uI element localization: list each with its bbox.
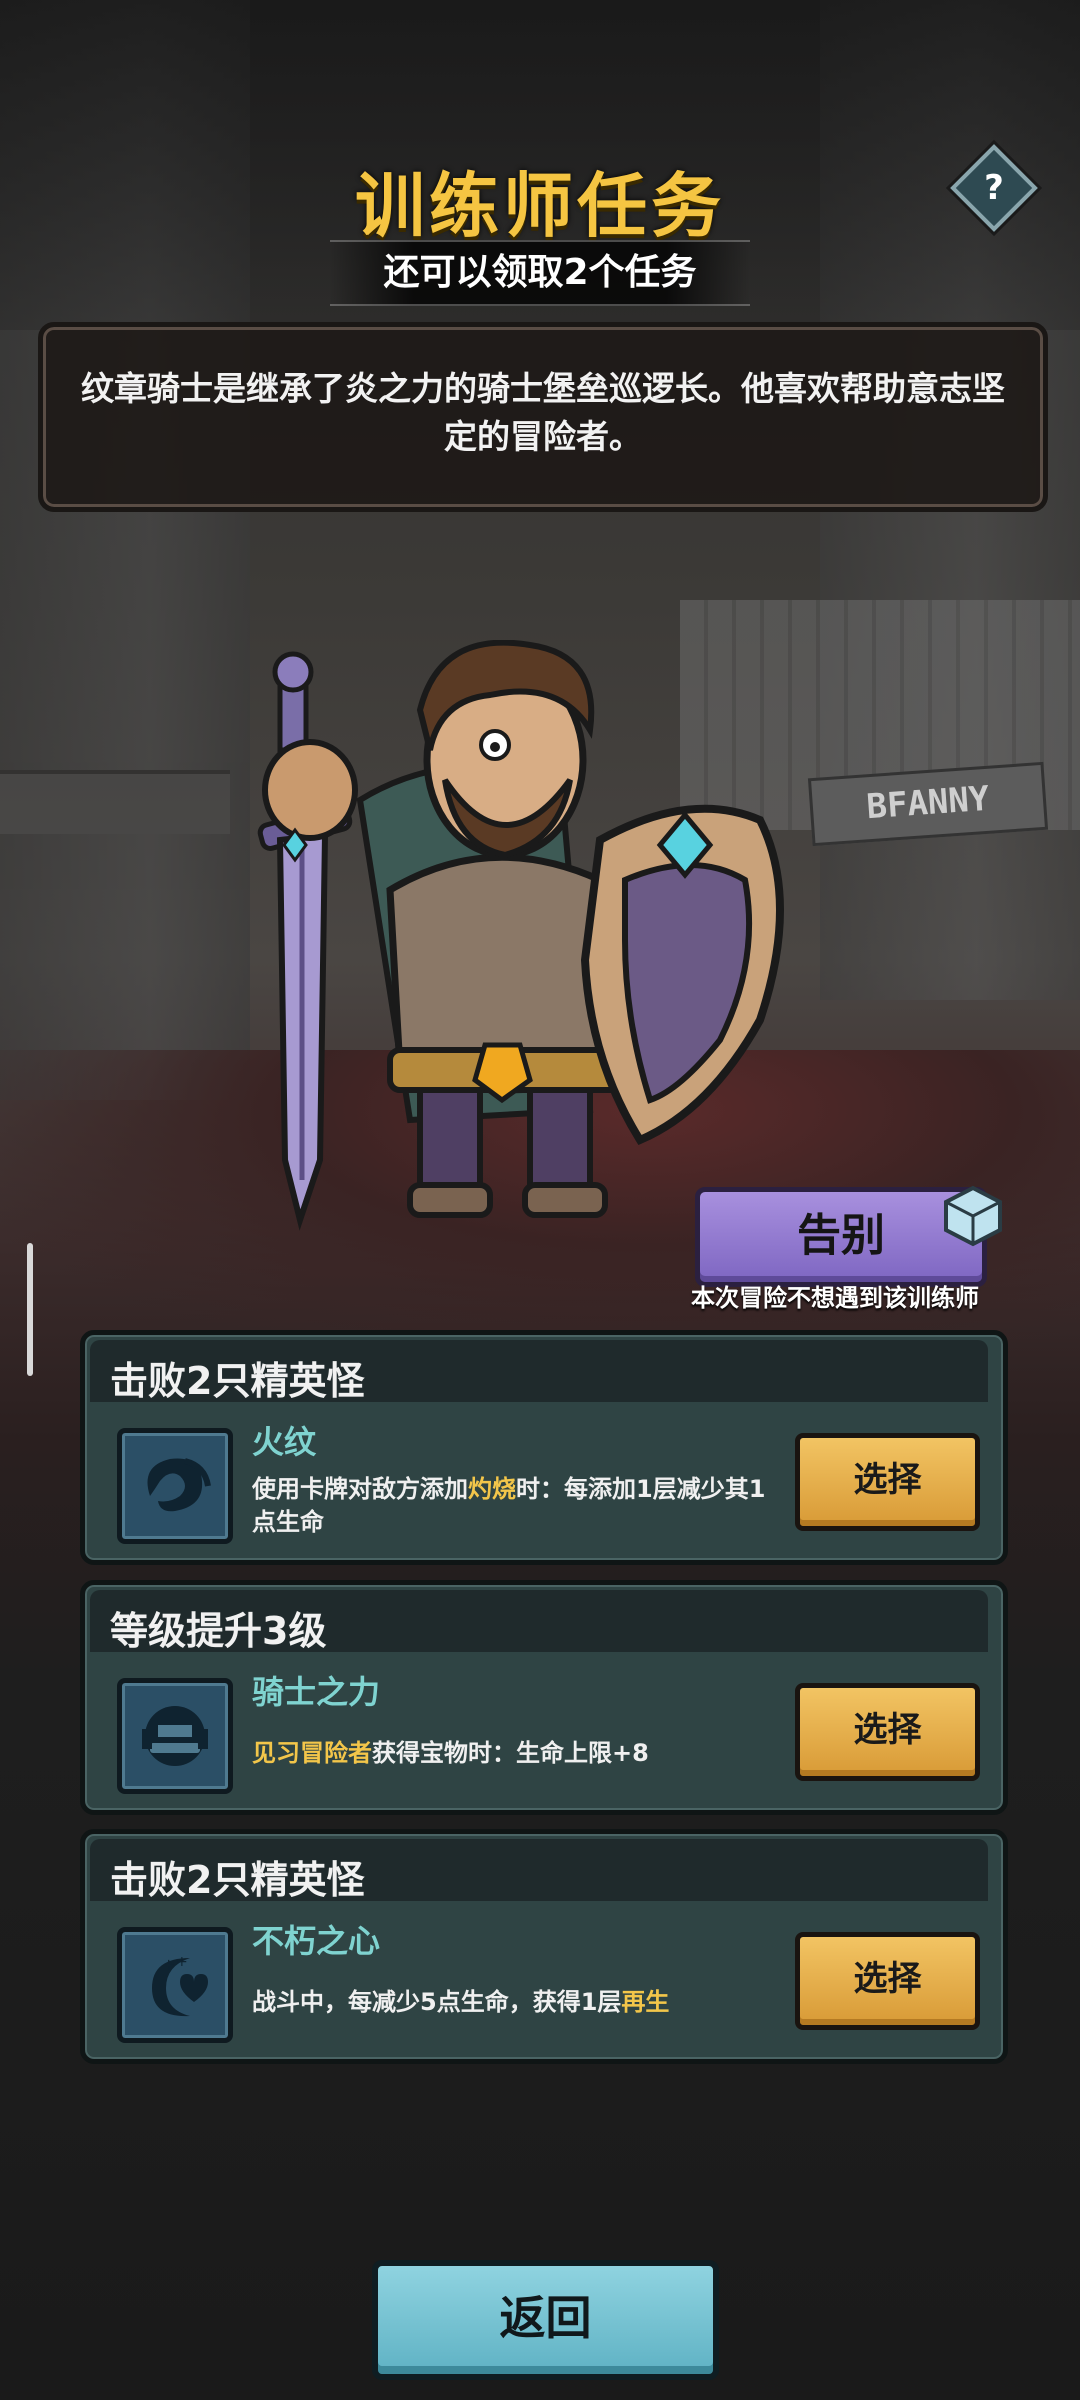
select-button[interactable]: 选择 <box>795 1683 980 1781</box>
skill-description: 战斗中，每减少5点生命，获得1层再生 <box>252 1988 670 2016</box>
trainer-description-box: 纹章骑士是继承了炎之力的骑士堡垒巡逻长。他喜欢帮助意志坚定的冒险者。 <box>38 322 1048 512</box>
svg-text:+: + <box>176 1954 188 1970</box>
trainer-description: 纹章骑士是继承了炎之力的骑士堡垒巡逻长。他喜欢帮助意志坚定的冒险者。 <box>81 369 1005 456</box>
trainer-quest-screen: BFANNY 训练师任务 还可以领取2个任务 ? 纹章骑士是继承了炎之力的骑士堡… <box>0 0 1080 2400</box>
remaining-quests-subtitle: 还可以领取2个任务 <box>330 240 750 306</box>
select-button[interactable]: 选择 <box>795 1932 980 2030</box>
skill-name: 不朽之心 <box>252 1922 381 1960</box>
page-title: 训练师任务 <box>355 165 725 247</box>
heraldic-knight-character <box>257 640 784 1231</box>
select-button[interactable]: 选择 <box>795 1433 980 1531</box>
quest-header: 等级提升3级 <box>90 1590 988 1653</box>
flame-swirl-icon <box>117 1428 233 1544</box>
skill-name: 骑士之力 <box>252 1673 381 1711</box>
skill-description: 见习冒险者获得宝物时：生命上限+8 <box>252 1739 649 1767</box>
knight-helmet-icon <box>117 1678 233 1794</box>
quest-card-3: 击败2只精英怪 + + 不朽之心 战斗中，每减少5点生命，获得1层再生 选择 <box>80 1829 1008 2064</box>
quest-requirement: 击败2只精英怪 <box>110 1359 365 1403</box>
svg-text:+: + <box>162 1955 175 1974</box>
quest-card-2: 等级提升3级 骑士之力 见习冒险者获得宝物时：生命上限+8 选择 <box>80 1580 1008 1815</box>
skill-description: 使用卡牌对敌方添加灼烧时：每添加1层减少其1点生命 <box>252 1475 766 1536</box>
quest-header: 击败2只精英怪 <box>90 1839 988 1902</box>
scroll-indicator[interactable] <box>27 1243 33 1376</box>
question-mark-icon: ? <box>984 168 1004 208</box>
quest-requirement: 等级提升3级 <box>110 1609 327 1653</box>
farewell-caption: 本次冒险不想遇到该训练师 <box>691 1284 979 1312</box>
skill-name: 火纹 <box>252 1423 317 1461</box>
quest-requirement: 击败2只精英怪 <box>110 1858 365 1902</box>
heart-moon-icon: + + <box>117 1927 233 2043</box>
back-button[interactable]: 返回 <box>372 2260 719 2380</box>
quest-card-1: 击败2只精英怪 火纹 使用卡牌对敌方添加灼烧时：每添加1层减少其1点生命 选择 <box>80 1330 1008 1565</box>
sword-icon <box>257 651 353 1231</box>
quest-header: 击败2只精英怪 <box>90 1340 988 1403</box>
ice-cube-icon <box>944 1185 1002 1247</box>
